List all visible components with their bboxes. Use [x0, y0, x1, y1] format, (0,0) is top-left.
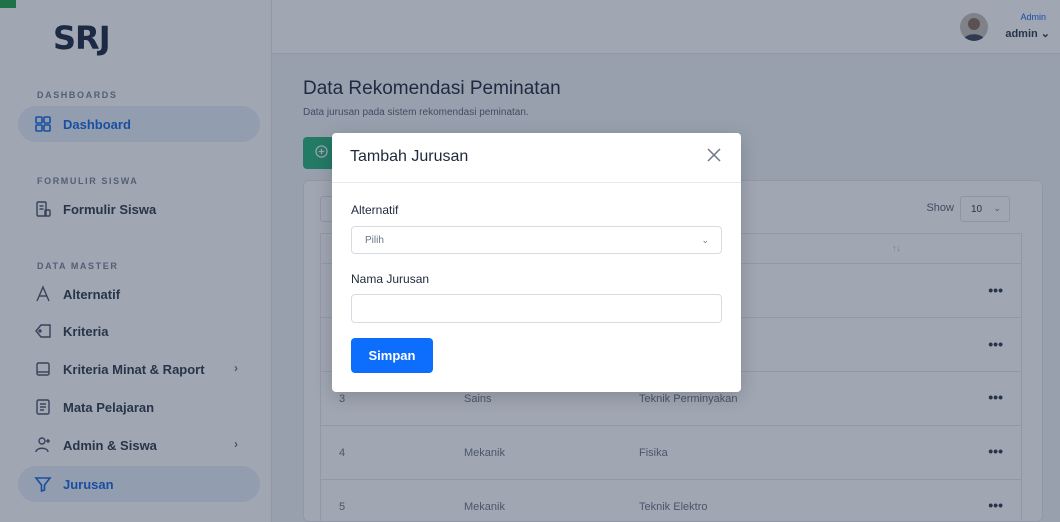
- alternatif-selected-value: Pilih: [365, 234, 384, 246]
- alternatif-select[interactable]: Pilih ⌄: [351, 226, 722, 254]
- save-button[interactable]: Simpan: [351, 338, 433, 373]
- close-icon[interactable]: [705, 146, 723, 164]
- modal-header: Tambah Jurusan: [332, 133, 741, 183]
- modal-title: Tambah Jurusan: [350, 148, 469, 165]
- nama-jurusan-label: Nama Jurusan: [351, 272, 430, 286]
- nama-jurusan-input[interactable]: [351, 294, 722, 323]
- tambah-jurusan-modal: Tambah Jurusan Alternatif Pilih ⌄ Nama J…: [332, 133, 741, 392]
- chevron-down-icon: ⌄: [701, 235, 709, 245]
- alternatif-label: Alternatif: [351, 203, 399, 217]
